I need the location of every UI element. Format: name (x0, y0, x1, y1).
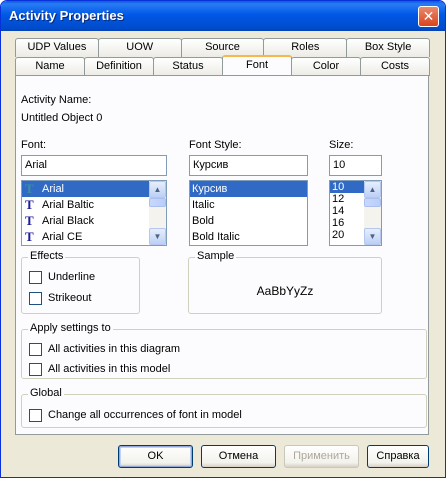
window-title: Activity Properties (9, 8, 124, 23)
underline-label[interactable]: Underline (48, 271, 95, 283)
underline-checkbox[interactable] (29, 271, 42, 284)
apply-settings-group: Apply settings to All activities in this… (21, 322, 427, 379)
tab-udp-values[interactable]: UDP Values (15, 38, 99, 57)
tab-row-back: UDP Values UOW Source Roles Box Style (15, 38, 430, 57)
font-input[interactable]: Arial (21, 155, 167, 176)
cancel-button[interactable]: Отмена (201, 445, 276, 468)
apply-diagram-checkbox[interactable] (29, 343, 42, 356)
list-item[interactable]: T Arial Baltic (22, 197, 166, 213)
size-input[interactable]: 10 (329, 155, 382, 176)
activity-name-label: Activity Name: (21, 94, 92, 106)
strikeout-checkbox[interactable] (29, 292, 42, 305)
apply-model-label[interactable]: All activities in this model (48, 363, 170, 375)
scroll-thumb[interactable] (364, 198, 381, 207)
tab-font[interactable]: Font (222, 55, 292, 76)
size-list[interactable]: 10 12 14 16 20 ▲ ▼ (329, 180, 382, 246)
list-item[interactable]: T Arial CE (22, 229, 166, 245)
truetype-font-icon: T (25, 197, 34, 212)
sample-preview: AaBbYyZz (256, 284, 314, 298)
effects-label: Effects (28, 250, 66, 262)
tab-name[interactable]: Name (15, 57, 85, 76)
scroll-thumb[interactable] (149, 198, 166, 207)
tab-uow[interactable]: UOW (97, 38, 182, 57)
font-list-scrollbar[interactable]: ▲ ▼ (149, 181, 166, 245)
font-style-input[interactable]: Курсив (189, 155, 308, 176)
scroll-down-icon[interactable]: ▼ (364, 228, 381, 245)
scroll-up-icon[interactable]: ▲ (364, 181, 381, 198)
size-list-scrollbar[interactable]: ▲ ▼ (364, 181, 381, 245)
scroll-down-icon[interactable]: ▼ (149, 228, 166, 245)
list-item[interactable]: Bold (190, 213, 307, 229)
strikeout-label[interactable]: Strikeout (48, 292, 91, 304)
tab-box-style[interactable]: Box Style (346, 38, 430, 57)
apply-button[interactable]: Применить (284, 445, 359, 468)
tab-definition[interactable]: Definition (84, 57, 154, 76)
title-bar[interactable]: Activity Properties ✕ (1, 1, 445, 31)
truetype-font-icon: T (25, 181, 34, 196)
global-label: Global (28, 387, 64, 399)
effects-group: Effects Underline Strikeout (21, 250, 140, 314)
sample-group: Sample AaBbYyZz (188, 250, 382, 314)
activity-properties-window: Activity Properties ✕ UDP Values UOW Sou… (0, 0, 446, 478)
list-item[interactable]: T Arial (22, 181, 166, 197)
font-style-label: Font Style: (189, 139, 242, 151)
list-item[interactable]: Bold Italic (190, 229, 307, 245)
dialog-client: UDP Values UOW Source Roles Box Style Na… (5, 31, 441, 475)
change-all-label[interactable]: Change all occurrences of font in model (48, 409, 242, 421)
truetype-font-icon: T (25, 229, 34, 244)
font-list[interactable]: T Arial T Arial Baltic T Arial Black T Arial… (21, 180, 167, 246)
tab-status[interactable]: Status (153, 57, 223, 76)
list-item[interactable]: T Arial Black (22, 213, 166, 229)
scroll-up-icon[interactable]: ▲ (149, 181, 166, 198)
change-all-checkbox[interactable] (29, 409, 42, 422)
tab-color[interactable]: Color (291, 57, 361, 76)
activity-name-value: Untitled Object 0 (21, 112, 103, 124)
size-label: Size: (329, 139, 354, 151)
font-style-list[interactable]: Курсив Italic Bold Bold Italic (189, 180, 308, 246)
global-group: Global Change all occurrences of font in… (21, 387, 427, 428)
help-button[interactable]: Справка (367, 445, 429, 468)
font-tab-panel: Activity Name: Untitled Object 0 Font: A… (15, 75, 429, 435)
sample-label: Sample (195, 250, 237, 262)
tab-costs[interactable]: Costs (360, 57, 430, 76)
font-label: Font: (21, 139, 47, 151)
apply-diagram-label[interactable]: All activities in this diagram (48, 343, 180, 355)
apply-settings-label: Apply settings to (28, 322, 113, 334)
ok-button[interactable]: OK (118, 445, 193, 468)
tab-row-front: Name Definition Status Font Color Costs (15, 55, 430, 76)
close-button[interactable]: ✕ (418, 6, 439, 27)
list-item[interactable]: Italic (190, 197, 307, 213)
list-item[interactable]: Курсив (190, 181, 307, 197)
truetype-font-icon: T (25, 213, 34, 228)
apply-model-checkbox[interactable] (29, 363, 42, 376)
